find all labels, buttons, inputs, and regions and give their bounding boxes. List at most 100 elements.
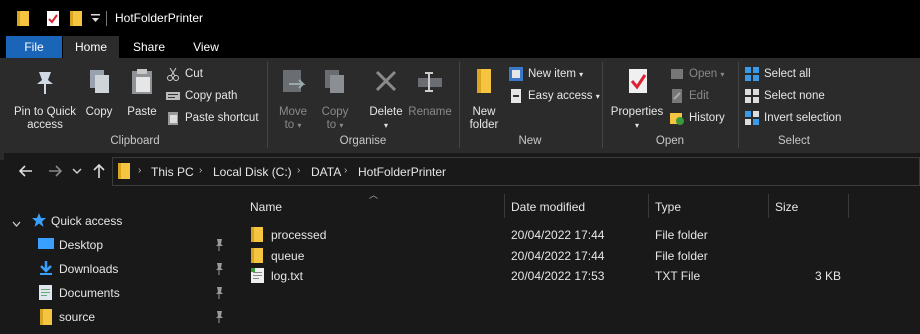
breadcrumb-hotfolderprinter[interactable]: HotFolderPrinter	[358, 165, 446, 179]
breadcrumb-separator[interactable]: ›	[199, 165, 202, 176]
move-to-icon	[274, 66, 312, 102]
column-date-modified[interactable]: Date modified	[511, 200, 585, 214]
file-size: 3 KB	[814, 269, 841, 283]
sort-ascending-icon: ︿	[369, 190, 379, 200]
tab-share[interactable]: Share	[121, 36, 177, 58]
column-type[interactable]: Type	[655, 200, 681, 214]
nav-quick-access[interactable]: Quick access	[0, 209, 232, 233]
chevron-down-icon[interactable]	[12, 217, 21, 231]
table-row[interactable]: log.txt 20/04/2022 17:53 TXT File 3 KB	[246, 265, 906, 286]
history-icon	[670, 111, 684, 131]
new-folder-button[interactable]: New folder	[464, 66, 504, 132]
table-row[interactable]: queue 20/04/2022 17:44 File folder	[246, 245, 906, 266]
breadcrumb-separator[interactable]: ›	[297, 165, 300, 176]
move-to-button[interactable]: Move to ▾	[274, 66, 312, 132]
pin-icon[interactable]	[214, 239, 224, 254]
copy-to-button[interactable]: Copy to ▾	[316, 66, 354, 132]
navigation-bar: › This PC › Local Disk (C:) › DATA › Hot…	[0, 153, 920, 190]
desktop-icon	[38, 237, 54, 254]
copy-path-icon	[166, 89, 180, 109]
tab-file[interactable]: File	[6, 36, 62, 58]
group-divider	[738, 62, 739, 148]
pin-icon	[10, 66, 80, 102]
pin-icon[interactable]	[214, 287, 224, 302]
file-date: 20/04/2022 17:53	[511, 269, 605, 283]
tab-home[interactable]: Home	[63, 36, 119, 58]
forward-button[interactable]	[45, 161, 65, 181]
breadcrumb-this-pc[interactable]: This PC	[151, 165, 194, 179]
breadcrumb-separator[interactable]: ›	[138, 165, 141, 176]
navigation-pane: Quick access Desktop Downloads Documents…	[0, 140, 232, 334]
chevron-down-icon	[72, 168, 82, 175]
organise-group-label: Organise	[339, 135, 387, 147]
group-divider	[459, 62, 460, 148]
select-group-label: Select	[778, 135, 810, 147]
arrow-left-icon	[18, 165, 32, 177]
column-divider[interactable]	[648, 194, 649, 218]
folder-icon	[464, 66, 504, 102]
folder-icon	[40, 309, 52, 328]
ribbon: Pin to Quick access Copy Paste Cut Copy …	[0, 58, 920, 153]
delete-x-icon	[366, 66, 406, 102]
select-none-icon	[745, 89, 759, 109]
customize-toolbar-icon[interactable]	[91, 13, 100, 27]
scissors-icon	[166, 67, 180, 87]
column-divider[interactable]	[768, 194, 769, 218]
open-icon	[670, 67, 684, 87]
ribbon-tabs: File Home Share View	[0, 36, 920, 58]
new-folder-icon[interactable]	[70, 11, 82, 29]
text-file-icon	[251, 268, 264, 286]
easy-access-icon	[509, 89, 523, 109]
back-button[interactable]	[16, 161, 36, 181]
table-row[interactable]: processed 20/04/2022 17:44 File folder	[246, 224, 906, 245]
download-arrow-icon	[38, 261, 54, 278]
column-name[interactable]: Name	[250, 200, 282, 214]
rename-icon	[408, 66, 452, 102]
breadcrumb-data[interactable]: DATA	[311, 165, 341, 179]
file-list: ︿ Name Date modified Type Size processed…	[232, 190, 920, 334]
up-button[interactable]	[89, 161, 109, 181]
tab-view[interactable]: View	[178, 36, 234, 58]
arrow-up-icon	[93, 163, 105, 178]
file-date: 20/04/2022 17:44	[511, 228, 605, 242]
new-item-icon	[509, 67, 523, 87]
paste-button[interactable]: Paste	[124, 66, 160, 119]
invert-selection-icon	[745, 111, 759, 131]
rename-button[interactable]: Rename	[408, 66, 452, 119]
file-date: 20/04/2022 17:44	[511, 249, 605, 263]
file-type: TXT File	[655, 269, 701, 283]
file-name: queue	[271, 249, 305, 263]
file-name: processed	[271, 228, 327, 242]
select-all-icon	[745, 67, 759, 87]
folder-icon[interactable]	[17, 11, 29, 29]
pin-to-quick-access-button[interactable]: Pin to Quick access	[10, 66, 80, 132]
breadcrumb-separator[interactable]: ›	[344, 165, 347, 176]
delete-button[interactable]: Delete ▾	[366, 66, 406, 132]
star-icon	[32, 213, 46, 230]
title-bar: HotFolderPrinter	[0, 0, 920, 36]
nav-desktop[interactable]: Desktop	[0, 233, 232, 257]
recent-locations-button[interactable]	[70, 161, 84, 181]
pin-icon[interactable]	[214, 263, 224, 278]
clipboard-group-label: Clipboard	[110, 135, 160, 147]
breadcrumb-local-disk[interactable]: Local Disk (C:)	[213, 165, 292, 179]
file-name: log.txt	[271, 269, 304, 283]
pin-icon[interactable]	[214, 311, 224, 326]
nav-documents[interactable]: Documents	[0, 281, 232, 305]
documents-icon	[39, 285, 52, 303]
arrow-right-icon	[49, 165, 63, 177]
column-size[interactable]: Size	[775, 200, 798, 214]
copy-button[interactable]: Copy	[82, 66, 116, 119]
properties-icon[interactable]	[46, 11, 60, 29]
title-separator	[106, 11, 107, 26]
nav-source[interactable]: source	[0, 305, 232, 329]
nav-downloads[interactable]: Downloads	[0, 257, 232, 281]
folder-icon	[118, 163, 130, 182]
paste-icon	[124, 66, 160, 102]
column-divider[interactable]	[848, 194, 849, 218]
column-headers: ︿ Name Date modified Type Size	[232, 190, 920, 223]
column-divider[interactable]	[504, 194, 505, 218]
address-bar[interactable]: › This PC › Local Disk (C:) › DATA › Hot…	[112, 157, 920, 186]
edit-icon	[670, 89, 684, 109]
properties-button[interactable]: Properties ▾	[608, 66, 666, 132]
